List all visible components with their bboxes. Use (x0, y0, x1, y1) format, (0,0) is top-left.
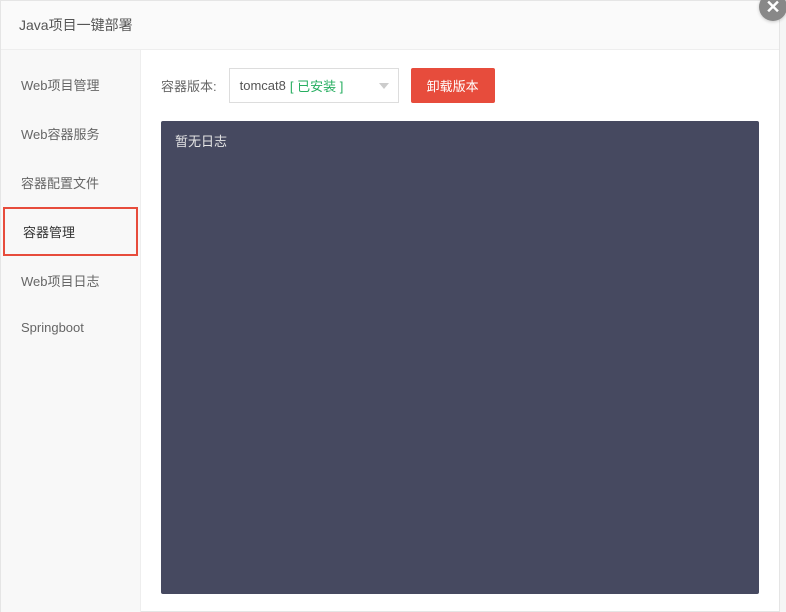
sidebar-item-container-manage[interactable]: 容器管理 (3, 207, 138, 256)
sidebar: Web项目管理 Web容器服务 容器配置文件 容器管理 Web项目日志 Spri… (1, 50, 141, 612)
toolbar: 容器版本: tomcat8 [ 已安装 ] 卸载版本 (161, 68, 759, 103)
sidebar-item-label: Web容器服务 (21, 127, 100, 142)
version-select[interactable]: tomcat8 [ 已安装 ] (229, 68, 399, 103)
sidebar-item-container-config[interactable]: 容器配置文件 (1, 158, 140, 207)
main-content: 容器版本: tomcat8 [ 已安装 ] 卸载版本 暂无日志 (141, 50, 779, 612)
sidebar-item-web-project-manage[interactable]: Web项目管理 (1, 60, 140, 109)
modal-title: Java项目一键部署 (19, 17, 133, 33)
sidebar-item-label: Web项目管理 (21, 78, 100, 93)
modal-body: Web项目管理 Web容器服务 容器配置文件 容器管理 Web项目日志 Spri… (1, 50, 779, 612)
selected-version-text: tomcat8 (240, 78, 286, 93)
close-icon: ✕ (765, 0, 780, 18)
sidebar-item-label: Web项目日志 (21, 274, 100, 289)
sidebar-item-springboot[interactable]: Springboot (1, 305, 140, 350)
version-select-wrap: tomcat8 [ 已安装 ] (229, 68, 399, 103)
chevron-down-icon (379, 83, 389, 89)
modal-header: Java项目一键部署 (1, 1, 779, 50)
sidebar-item-web-container-service[interactable]: Web容器服务 (1, 109, 140, 158)
sidebar-item-web-project-log[interactable]: Web项目日志 (1, 256, 140, 305)
modal-container: ✕ Java项目一键部署 Web项目管理 Web容器服务 容器配置文件 容器管理… (0, 0, 780, 612)
version-label: 容器版本: (161, 76, 217, 95)
sidebar-item-label: 容器管理 (23, 225, 75, 240)
sidebar-item-label: 容器配置文件 (21, 176, 99, 191)
log-panel[interactable]: 暂无日志 (161, 121, 759, 594)
sidebar-item-label: Springboot (21, 320, 84, 335)
installed-tag: [ 已安装 ] (290, 76, 343, 95)
log-empty-text: 暂无日志 (175, 134, 227, 149)
uninstall-button[interactable]: 卸载版本 (411, 68, 495, 103)
